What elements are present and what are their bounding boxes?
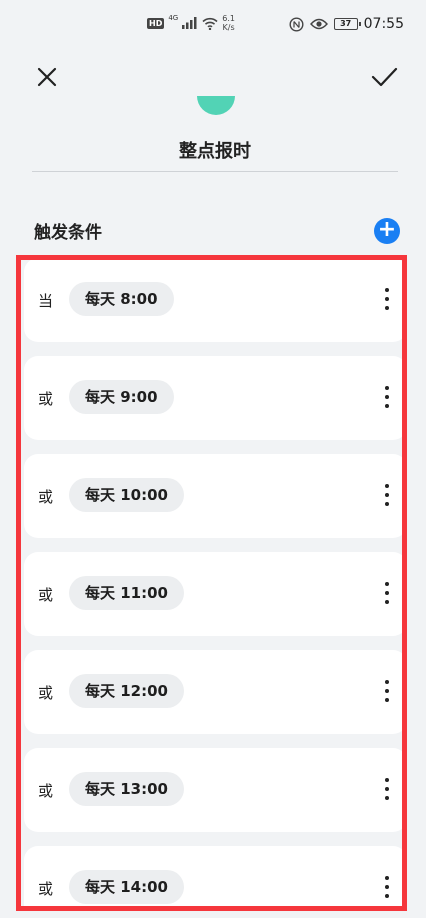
trigger-item[interactable]: 或 每天 9:00: [24, 356, 402, 440]
network-type-label: 4G: [168, 14, 179, 22]
trigger-section-title: 触发条件: [34, 223, 102, 243]
trigger-time-pill[interactable]: 每天 9:00: [69, 380, 174, 414]
more-icon: [385, 386, 389, 390]
more-options-button[interactable]: [383, 872, 391, 904]
trigger-section-header: 触发条件 +: [34, 214, 400, 246]
trigger-prefix: 或: [38, 782, 54, 800]
trigger-prefix: 或: [38, 684, 54, 702]
wifi-icon: [202, 17, 218, 30]
more-options-button[interactable]: [383, 382, 391, 414]
trigger-time-pill[interactable]: 每天 10:00: [69, 478, 184, 512]
plus-icon: +: [377, 217, 397, 242]
trigger-prefix: 或: [38, 880, 54, 898]
more-options-button[interactable]: [383, 284, 391, 316]
eye-icon: [309, 18, 328, 30]
trigger-item[interactable]: 或 每天 10:00: [24, 454, 402, 538]
confirm-button[interactable]: [368, 62, 400, 92]
scene-name-field[interactable]: 整点报时: [32, 136, 398, 172]
battery-indicator: 37: [333, 18, 361, 30]
trigger-time-pill[interactable]: 每天 8:00: [69, 282, 174, 316]
nfc-icon: [289, 16, 304, 32]
status-right: 37 07:55: [289, 16, 404, 32]
trigger-time-pill[interactable]: 每天 11:00: [69, 576, 184, 610]
trigger-item[interactable]: 当 每天 8:00: [24, 260, 402, 342]
signal-icon: [182, 17, 197, 29]
net-speed-value: 6.1: [222, 14, 235, 23]
more-options-button[interactable]: [383, 774, 391, 806]
more-options-button[interactable]: [383, 676, 391, 708]
scene-icon[interactable]: [197, 96, 235, 115]
net-speed-unit: K/s: [222, 23, 235, 32]
check-icon: [371, 67, 398, 87]
add-trigger-button[interactable]: +: [374, 218, 400, 244]
more-options-button[interactable]: [383, 480, 391, 512]
more-icon: [385, 288, 389, 292]
trigger-list-highlight: 当 每天 8:00 或 每天 9:00 或 每天 10:00 或 每天 11:0…: [16, 255, 407, 911]
close-icon: [37, 67, 57, 87]
trigger-item[interactable]: 或 每天 13:00: [24, 748, 402, 832]
close-button[interactable]: [32, 62, 62, 92]
top-app-bar: [0, 52, 426, 102]
more-icon: [385, 582, 389, 586]
status-bar: HD 4G 6.1 K/s 37 07:55: [0, 0, 426, 52]
trigger-item[interactable]: 或 每天 12:00: [24, 650, 402, 734]
hd-badge: HD: [147, 17, 165, 29]
net-speed: 6.1 K/s: [222, 14, 235, 32]
trigger-prefix: 或: [38, 586, 54, 604]
more-icon: [385, 778, 389, 782]
trigger-prefix: 或: [38, 488, 54, 506]
trigger-time-pill[interactable]: 每天 12:00: [69, 674, 184, 708]
status-time: 07:55: [363, 16, 404, 32]
trigger-prefix: 或: [38, 390, 54, 408]
trigger-time-pill[interactable]: 每天 13:00: [69, 772, 184, 806]
trigger-item[interactable]: 或 每天 14:00: [24, 846, 402, 906]
more-icon: [385, 876, 389, 880]
trigger-prefix: 当: [38, 292, 54, 310]
more-options-button[interactable]: [383, 578, 391, 610]
more-icon: [385, 680, 389, 684]
trigger-time-pill[interactable]: 每天 14:00: [69, 870, 184, 904]
trigger-item[interactable]: 或 每天 11:00: [24, 552, 402, 636]
more-icon: [385, 484, 389, 488]
status-left: HD 4G 6.1 K/s: [147, 14, 235, 32]
